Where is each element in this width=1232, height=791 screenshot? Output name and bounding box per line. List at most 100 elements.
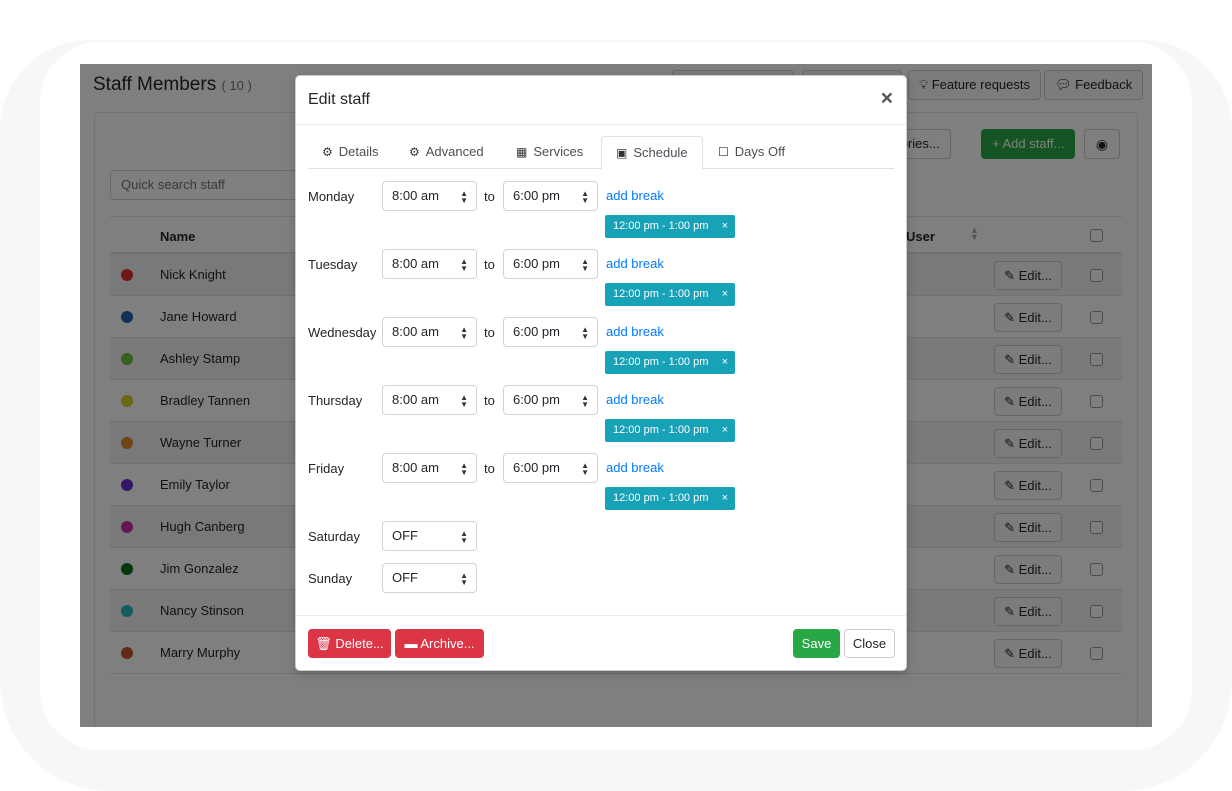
select-caret-icon: ▲ ▼: [460, 461, 468, 477]
start-time-select[interactable]: OFF ▲ ▼: [382, 521, 477, 551]
start-time-select[interactable]: 8:00 am ▲ ▼: [382, 385, 477, 415]
end-time-value: 6:00 pm: [513, 324, 560, 339]
archive-staff-button[interactable]: ▬ Archive...: [395, 629, 484, 658]
end-time-select[interactable]: 6:00 pm ▲ ▼: [503, 385, 598, 415]
start-time-select[interactable]: 8:00 am ▲ ▼: [382, 249, 477, 279]
start-time-select[interactable]: OFF ▲ ▼: [382, 563, 477, 593]
break-tag[interactable]: 12:00 pm - 1:00 pm ×: [605, 283, 735, 306]
add-break-link[interactable]: add break: [606, 324, 664, 339]
remove-break-icon[interactable]: ×: [722, 487, 728, 510]
select-caret-icon: ▲ ▼: [460, 571, 468, 587]
start-time-value: OFF: [392, 528, 418, 543]
tab-advanced[interactable]: ⚙ Advanced: [395, 136, 498, 169]
to-label: to: [484, 393, 495, 408]
end-time-value: 6:00 pm: [513, 188, 560, 203]
day-label: Wednesday: [308, 325, 377, 340]
select-caret-icon: ▲ ▼: [581, 325, 589, 341]
to-label: to: [484, 257, 495, 272]
select-caret-icon: ▲ ▼: [581, 189, 589, 205]
to-label: to: [484, 325, 495, 340]
tab-details[interactable]: ⚙ Details: [308, 136, 393, 169]
trash-icon: 🗑︎: [315, 636, 332, 651]
modal-tabs: ⚙ Details ⚙ Advanced ▦ Services ▣ Schedule ☐…: [308, 136, 894, 170]
break-time: 12:00 pm - 1:00 pm: [613, 356, 709, 368]
select-caret-icon: ▲ ▼: [460, 529, 468, 545]
remove-break-icon[interactable]: ×: [722, 351, 728, 374]
break-time: 12:00 pm - 1:00 pm: [613, 220, 709, 232]
start-time-value: 8:00 am: [392, 324, 439, 339]
start-time-select[interactable]: 8:00 am ▲ ▼: [382, 453, 477, 483]
break-tag[interactable]: 12:00 pm - 1:00 pm ×: [605, 419, 735, 442]
tab-services[interactable]: ▦ Services: [502, 136, 597, 169]
end-time-select[interactable]: 6:00 pm ▲ ▼: [503, 317, 598, 347]
day-label: Saturday: [308, 529, 361, 544]
add-break-link[interactable]: add break: [606, 392, 664, 407]
schedule-day-row: Monday 8:00 am ▲ ▼ to 6:00 pm ▲ ▼ add break 12:00…: [308, 181, 898, 241]
edit-staff-modal: Edit staff × ⚙ Details ⚙ Advanced ▦ Service…: [295, 75, 907, 671]
delete-staff-button[interactable]: 🗑︎ Delete...: [308, 629, 391, 658]
calendar-blank-icon: ☐: [718, 145, 729, 159]
remove-break-icon[interactable]: ×: [722, 419, 728, 442]
close-button[interactable]: Close: [844, 629, 895, 658]
start-time-select[interactable]: 8:00 am ▲ ▼: [382, 317, 477, 347]
add-break-link[interactable]: add break: [606, 256, 664, 271]
break-time: 12:00 pm - 1:00 pm: [613, 424, 709, 436]
gear-icon: ⚙: [322, 145, 333, 159]
grid-icon: ▦: [516, 145, 528, 159]
modal-title: Edit staff: [308, 91, 370, 108]
break-tag[interactable]: 12:00 pm - 1:00 pm ×: [605, 487, 735, 510]
remove-break-icon[interactable]: ×: [722, 283, 728, 306]
tab-details-label: Details: [338, 144, 379, 159]
add-break-link[interactable]: add break: [606, 460, 664, 475]
tab-schedule-label: Schedule: [633, 145, 688, 160]
schedule-day-row: Tuesday 8:00 am ▲ ▼ to 6:00 pm ▲ ▼ add break 12:0…: [308, 249, 898, 309]
end-time-select[interactable]: 6:00 pm ▲ ▼: [503, 453, 598, 483]
to-label: to: [484, 189, 495, 204]
select-caret-icon: ▲ ▼: [581, 257, 589, 273]
day-label: Thursday: [308, 393, 363, 408]
day-label: Sunday: [308, 571, 353, 586]
end-time-select[interactable]: 6:00 pm ▲ ▼: [503, 249, 598, 279]
archive-label: Archive...: [420, 636, 475, 651]
select-caret-icon: ▲ ▼: [460, 325, 468, 341]
save-button[interactable]: Save: [793, 629, 840, 658]
end-time-select[interactable]: 6:00 pm ▲ ▼: [503, 181, 598, 211]
tab-schedule[interactable]: ▣ Schedule: [601, 136, 703, 170]
break-tag[interactable]: 12:00 pm - 1:00 pm ×: [605, 351, 735, 374]
break-time: 12:00 pm - 1:00 pm: [613, 492, 709, 504]
schedule-day-row: Wednesday 8:00 am ▲ ▼ to 6:00 pm ▲ ▼ add break 12…: [308, 317, 898, 377]
day-label: Tuesday: [308, 257, 358, 272]
end-time-value: 6:00 pm: [513, 256, 560, 271]
tab-services-label: Services: [533, 144, 584, 159]
modal-header: Edit staff ×: [296, 76, 906, 125]
break-tag[interactable]: 12:00 pm - 1:00 pm ×: [605, 215, 735, 238]
day-label: Friday: [308, 461, 345, 476]
tab-days-off[interactable]: ☐ Days Off: [704, 136, 799, 169]
close-icon[interactable]: ×: [881, 87, 893, 111]
schedule-day-row: Sunday OFF ▲ ▼: [308, 563, 898, 623]
tab-days-off-label: Days Off: [734, 144, 786, 159]
archive-icon: ▬: [404, 636, 418, 651]
end-time-value: 6:00 pm: [513, 392, 560, 407]
schedule-day-row: Thursday 8:00 am ▲ ▼ to 6:00 pm ▲ ▼ add break 12:…: [308, 385, 898, 445]
start-time-value: 8:00 am: [392, 392, 439, 407]
select-caret-icon: ▲ ▼: [581, 393, 589, 409]
break-time: 12:00 pm - 1:00 pm: [613, 288, 709, 300]
remove-break-icon[interactable]: ×: [722, 215, 728, 238]
tab-advanced-label: Advanced: [425, 144, 484, 159]
select-caret-icon: ▲ ▼: [460, 393, 468, 409]
gears-icon: ⚙: [409, 145, 420, 159]
delete-label: Delete...: [335, 636, 384, 651]
start-time-value: OFF: [392, 570, 418, 585]
add-break-link[interactable]: add break: [606, 188, 664, 203]
end-time-value: 6:00 pm: [513, 460, 560, 475]
to-label: to: [484, 461, 495, 476]
modal-footer: 🗑︎ Delete... ▬ Archive... Save Close: [296, 615, 906, 670]
day-label: Monday: [308, 189, 355, 204]
select-caret-icon: ▲ ▼: [460, 189, 468, 205]
calendar-icon: ▣: [616, 146, 628, 160]
select-caret-icon: ▲ ▼: [581, 461, 589, 477]
start-time-value: 8:00 am: [392, 256, 439, 271]
start-time-value: 8:00 am: [392, 460, 439, 475]
start-time-select[interactable]: 8:00 am ▲ ▼: [382, 181, 477, 211]
